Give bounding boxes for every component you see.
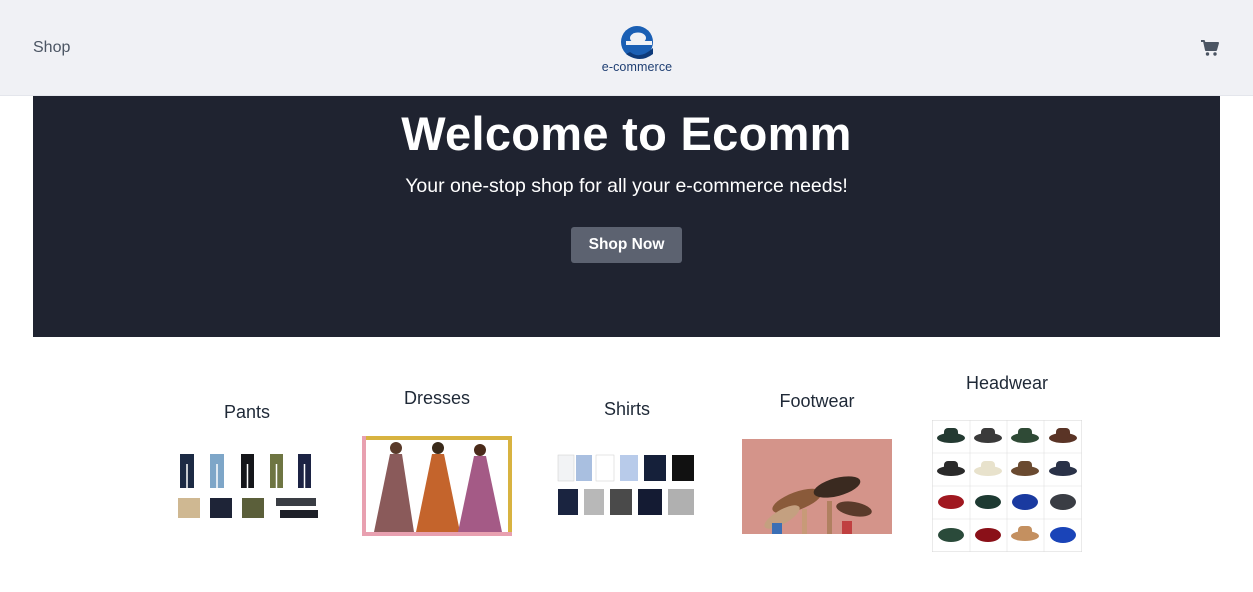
hero-banner: Welcome to Ecomm Your one-stop shop for … xyxy=(33,96,1220,337)
category-shirts[interactable]: Shirts xyxy=(552,397,702,522)
logo-text: e-commerce xyxy=(601,60,673,74)
category-title: Shirts xyxy=(603,399,650,419)
hero-subtitle: Your one-stop shop for all your e-commer… xyxy=(405,175,848,197)
hero-title: Welcome to Ecomm xyxy=(401,107,852,160)
category-title: Dresses xyxy=(403,388,470,408)
category-title: Footwear xyxy=(779,391,855,411)
footwear-image xyxy=(742,439,892,534)
shirts-image xyxy=(552,447,702,522)
category-title: Pants xyxy=(223,402,271,422)
category-dresses[interactable]: Dresses xyxy=(362,386,512,536)
headwear-image xyxy=(932,420,1082,552)
logo-e-icon xyxy=(621,26,653,59)
pants-image xyxy=(172,450,322,525)
shopping-cart-icon[interactable] xyxy=(1199,38,1221,58)
shop-now-button[interactable]: Shop Now xyxy=(571,227,682,263)
category-pants[interactable]: Pants xyxy=(172,400,322,525)
category-headwear[interactable]: Headwear xyxy=(932,371,1082,552)
site-logo[interactable]: e-commerce xyxy=(596,24,678,76)
navbar: Shop e-commerce xyxy=(0,0,1253,96)
category-title: Headwear xyxy=(965,373,1049,393)
dresses-image xyxy=(362,436,512,536)
nav-shop-link[interactable]: Shop xyxy=(33,39,70,57)
category-footwear[interactable]: Footwear xyxy=(742,389,892,534)
